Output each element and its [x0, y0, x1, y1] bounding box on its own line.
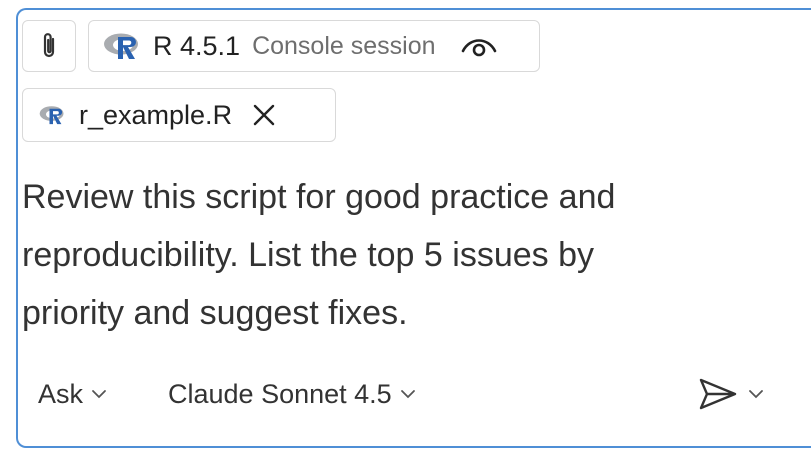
prompt-line: Review this script for good practice and — [22, 178, 616, 216]
chevron-down-icon — [400, 390, 415, 399]
send-group[interactable] — [696, 374, 764, 414]
session-version: R 4.5.1 — [153, 30, 241, 61]
r-logo-icon — [39, 106, 64, 125]
mode-label: Ask — [38, 378, 84, 409]
file-name: r_example.R — [79, 99, 233, 130]
eye-icon[interactable] — [460, 35, 498, 57]
prompt-line: priority and suggest fixes. — [22, 294, 408, 332]
chevron-down-icon — [92, 390, 106, 399]
chevron-down-icon[interactable] — [748, 389, 764, 399]
paperclip-icon — [43, 33, 55, 58]
model-label: Claude Sonnet 4.5 — [168, 378, 392, 409]
attach-button[interactable] — [22, 20, 76, 72]
file-chip[interactable]: r_example.R — [22, 88, 336, 142]
mode-dropdown[interactable]: Ask — [38, 374, 107, 414]
prompt-line: reproducibility. List the top 5 issues b… — [22, 236, 594, 274]
close-icon[interactable] — [252, 103, 276, 127]
r-logo-icon — [104, 33, 138, 59]
prompt-text[interactable]: Review this script for good practice and… — [22, 168, 722, 342]
session-subtitle: Console session — [252, 31, 436, 60]
r-session-chip[interactable]: R 4.5.1 Console session — [88, 20, 540, 72]
model-dropdown[interactable]: Claude Sonnet 4.5 — [168, 374, 416, 414]
send-icon[interactable] — [696, 376, 740, 412]
